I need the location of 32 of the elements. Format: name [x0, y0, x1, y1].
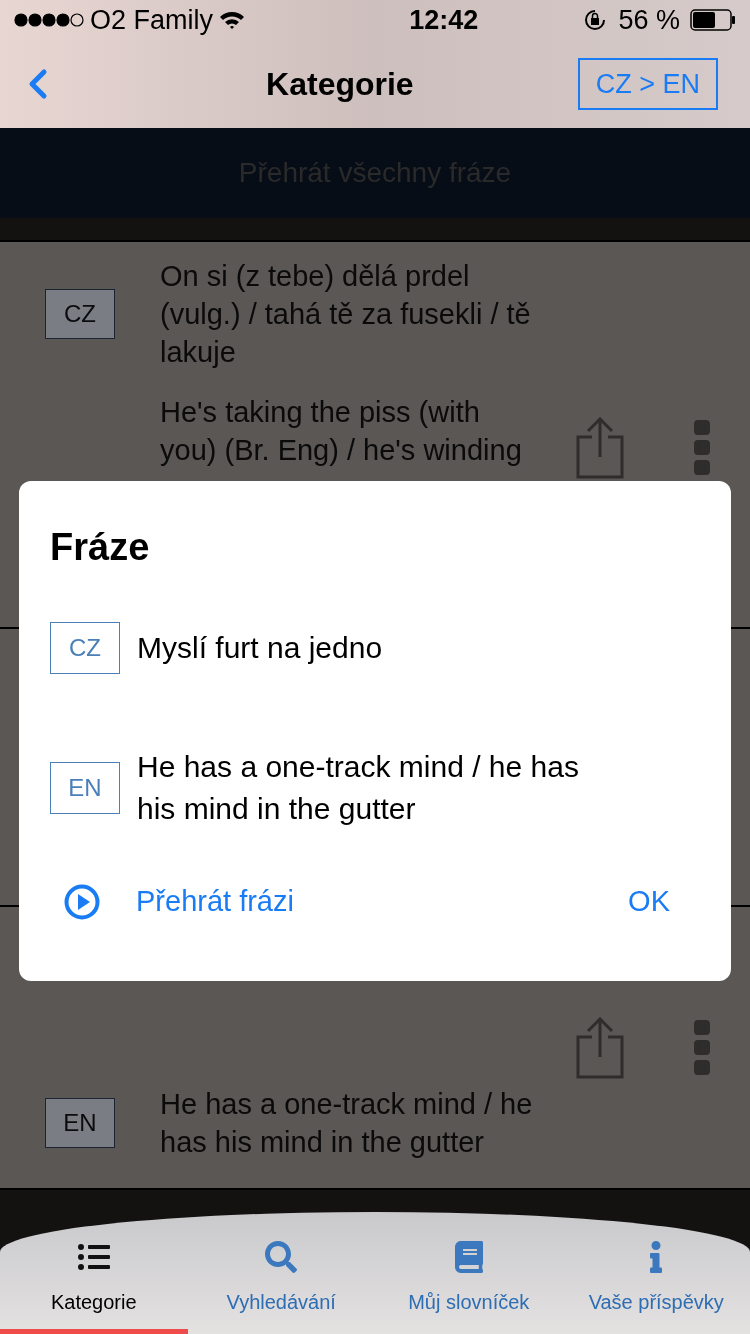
screen-title: Kategorie	[266, 65, 414, 104]
phrase-text: On si (z tebe) dělá prdel (vulg.) / tahá tě za fusekli / tě lakuje	[160, 259, 532, 370]
language-tag: EN	[45, 1098, 115, 1148]
book-icon	[452, 1241, 485, 1273]
dialog-title: Fráze	[50, 525, 151, 570]
tab[interactable]: Vaše příspěvky	[562, 1241, 750, 1334]
carrier-name: O2 Family	[90, 3, 214, 37]
phrase-text: He's taking the piss (with you) (Br. Eng) / he's winding	[160, 395, 523, 468]
battery-icon	[690, 9, 736, 31]
phrase-text: Myslí furt na jedno	[137, 630, 384, 666]
phrase-text: He has a one-track mind / he has his mind in the gutter	[160, 1087, 534, 1160]
wifi-icon	[219, 10, 246, 30]
ok-button[interactable]: OK	[628, 880, 670, 924]
more-icon[interactable]	[694, 1020, 710, 1076]
language-tag: EN	[50, 762, 120, 814]
share-icon[interactable]	[576, 1017, 624, 1079]
language-tag: CZ	[45, 289, 115, 339]
language-tag: CZ	[50, 622, 120, 674]
search-icon	[265, 1241, 298, 1273]
signal-icon	[14, 13, 84, 27]
battery-percent: 56 %	[618, 3, 680, 37]
play-phrase-button[interactable]: Přehrát frázi	[64, 880, 294, 924]
tab[interactable]: Můj slovníček	[375, 1241, 563, 1334]
play-icon	[64, 883, 100, 920]
tab[interactable]: Kategorie	[0, 1241, 188, 1334]
tab[interactable]: Vyhledávání	[187, 1241, 375, 1334]
phrase-text: He has a one-track mind / he has his mind in the gutter	[137, 749, 580, 827]
clock-time: 12:42	[409, 3, 479, 37]
list-icon	[77, 1241, 110, 1273]
more-icon[interactable]	[694, 420, 710, 476]
language-button[interactable]: CZ > EN	[577, 58, 718, 110]
share-icon[interactable]	[576, 417, 624, 479]
